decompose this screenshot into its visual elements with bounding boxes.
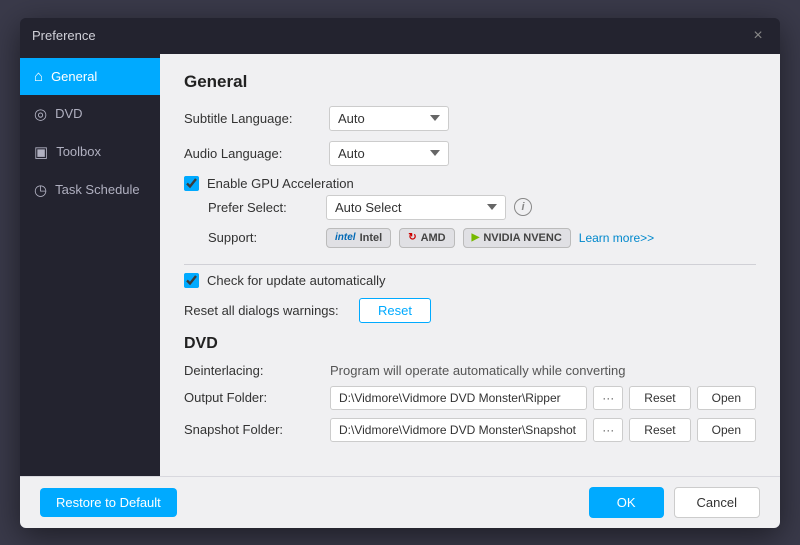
clock-icon: ◷ bbox=[34, 181, 47, 199]
gpu-acceleration-checkbox[interactable] bbox=[184, 176, 199, 191]
preference-dialog: Preference × ⌂ General ◎ DVD ▣ Toolbox ◷… bbox=[20, 18, 780, 528]
nvidia-logo: ▶ bbox=[472, 232, 480, 243]
sidebar-item-task-schedule[interactable]: ◷ Task Schedule bbox=[20, 171, 160, 209]
gpu-acceleration-row: Enable GPU Acceleration bbox=[184, 176, 756, 191]
sidebar-item-general[interactable]: ⌂ General bbox=[20, 58, 160, 95]
audio-language-row: Audio Language: Auto English Chinese bbox=[184, 141, 756, 166]
sidebar-dvd-label: DVD bbox=[55, 106, 82, 121]
intel-logo: intel bbox=[335, 232, 356, 243]
check-update-row: Check for update automatically bbox=[184, 273, 756, 288]
intel-label: Intel bbox=[360, 232, 383, 244]
toolbox-icon: ▣ bbox=[34, 143, 48, 161]
sidebar-general-label: General bbox=[51, 69, 97, 84]
cancel-button[interactable]: Cancel bbox=[674, 487, 760, 518]
reset-dialogs-button[interactable]: Reset bbox=[359, 298, 431, 323]
prefer-select-section: Prefer Select: Auto Select Intel AMD NVI… bbox=[208, 195, 756, 248]
footer-right: OK Cancel bbox=[589, 487, 760, 518]
gpu-acceleration-label: Enable GPU Acceleration bbox=[207, 176, 354, 191]
output-folder-dots-button[interactable]: ··· bbox=[593, 386, 623, 410]
dialog-title: Preference bbox=[32, 28, 96, 43]
title-bar: Preference × bbox=[20, 18, 780, 54]
snapshot-folder-dots-button[interactable]: ··· bbox=[593, 418, 623, 442]
nvidia-chip: ▶ NVIDIA NVENC bbox=[463, 228, 571, 248]
sidebar-task-label: Task Schedule bbox=[55, 182, 140, 197]
amd-chip: ↻ AMD bbox=[399, 228, 454, 248]
dvd-icon: ◎ bbox=[34, 105, 47, 123]
snapshot-folder-row: Snapshot Folder: D:\Vidmore\Vidmore DVD … bbox=[184, 418, 756, 442]
deinterlacing-row: Deinterlacing: Program will operate auto… bbox=[184, 363, 756, 378]
sidebar-item-dvd[interactable]: ◎ DVD bbox=[20, 95, 160, 133]
divider-1 bbox=[184, 264, 756, 265]
support-row: Support: intel Intel ↻ AMD ▶ NVIDIA NVEN… bbox=[208, 228, 756, 248]
subtitle-language-select[interactable]: Auto English Chinese bbox=[329, 106, 449, 131]
intel-chip: intel Intel bbox=[326, 228, 391, 248]
dialog-body: ⌂ General ◎ DVD ▣ Toolbox ◷ Task Schedul… bbox=[20, 54, 780, 476]
sidebar: ⌂ General ◎ DVD ▣ Toolbox ◷ Task Schedul… bbox=[20, 54, 160, 476]
ok-button[interactable]: OK bbox=[589, 487, 664, 518]
snapshot-folder-reset-button[interactable]: Reset bbox=[629, 418, 690, 442]
reset-dialogs-label: Reset all dialogs warnings: bbox=[184, 303, 359, 318]
content-area: General Subtitle Language: Auto English … bbox=[160, 54, 780, 476]
audio-language-select[interactable]: Auto English Chinese bbox=[329, 141, 449, 166]
check-update-checkbox[interactable] bbox=[184, 273, 199, 288]
snapshot-folder-path: D:\Vidmore\Vidmore DVD Monster\Snapshot bbox=[330, 418, 587, 442]
home-icon: ⌂ bbox=[34, 68, 43, 85]
general-section-title: General bbox=[184, 72, 756, 92]
deinterlacing-value: Program will operate automatically while… bbox=[330, 363, 626, 378]
audio-language-label: Audio Language: bbox=[184, 146, 329, 161]
close-button[interactable]: × bbox=[748, 26, 768, 46]
restore-default-button[interactable]: Restore to Default bbox=[40, 488, 177, 517]
snapshot-folder-open-button[interactable]: Open bbox=[697, 418, 756, 442]
reset-dialogs-row: Reset all dialogs warnings: Reset bbox=[184, 298, 756, 323]
check-update-label: Check for update automatically bbox=[207, 273, 385, 288]
dvd-section-title: DVD bbox=[184, 335, 756, 353]
amd-label: AMD bbox=[421, 232, 446, 244]
content-wrapper: General Subtitle Language: Auto English … bbox=[160, 54, 780, 476]
prefer-select-label: Prefer Select: bbox=[208, 200, 318, 215]
amd-logo: ↻ bbox=[408, 232, 416, 243]
nvidia-label: NVIDIA NVENC bbox=[483, 232, 561, 244]
sidebar-toolbox-label: Toolbox bbox=[56, 144, 101, 159]
info-icon[interactable]: i bbox=[514, 198, 532, 216]
deinterlacing-label: Deinterlacing: bbox=[184, 363, 324, 378]
prefer-select-row: Prefer Select: Auto Select Intel AMD NVI… bbox=[208, 195, 756, 220]
output-folder-row: Output Folder: D:\Vidmore\Vidmore DVD Mo… bbox=[184, 386, 756, 410]
snapshot-folder-label: Snapshot Folder: bbox=[184, 422, 324, 437]
output-folder-reset-button[interactable]: Reset bbox=[629, 386, 690, 410]
output-folder-path: D:\Vidmore\Vidmore DVD Monster\Ripper bbox=[330, 386, 587, 410]
footer: Restore to Default OK Cancel bbox=[20, 476, 780, 528]
prefer-select-select[interactable]: Auto Select Intel AMD NVIDIA NVENC bbox=[326, 195, 506, 220]
subtitle-language-label: Subtitle Language: bbox=[184, 111, 329, 126]
output-folder-label: Output Folder: bbox=[184, 390, 324, 405]
learn-more-link[interactable]: Learn more>> bbox=[579, 231, 654, 245]
output-folder-open-button[interactable]: Open bbox=[697, 386, 756, 410]
sidebar-item-toolbox[interactable]: ▣ Toolbox bbox=[20, 133, 160, 171]
subtitle-language-row: Subtitle Language: Auto English Chinese bbox=[184, 106, 756, 131]
support-label: Support: bbox=[208, 230, 318, 245]
